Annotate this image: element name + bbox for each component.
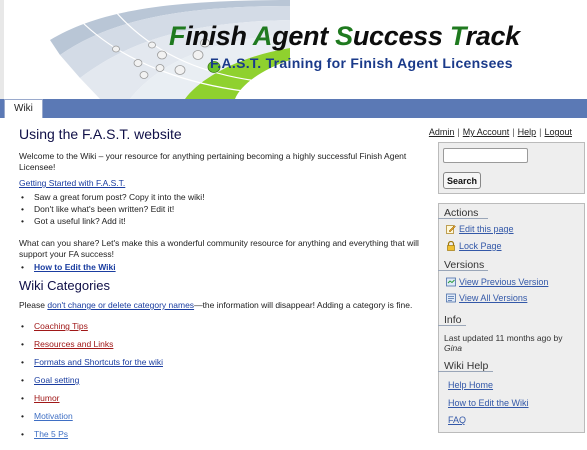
view-previous-link[interactable]: View Previous Version — [459, 277, 548, 287]
user-nav: Admin | My Account | Help | Logout — [429, 127, 572, 137]
view-previous-item[interactable]: View Previous Version — [446, 277, 548, 288]
last-updated-text: Last updated 11 months ago by Gina — [444, 333, 562, 353]
list-item: Don't like what's been written? Edit it! — [19, 204, 205, 215]
tab-bar — [0, 99, 587, 118]
lock-page-link[interactable]: Lock Page — [459, 241, 502, 251]
title-letter-a: A — [252, 21, 273, 51]
category-link-formats[interactable]: Formats and Shortcuts for the wiki — [34, 357, 163, 367]
title-letter-s: S — [335, 21, 353, 51]
versions-list-icon — [446, 293, 456, 303]
title-word-inish: inish — [185, 21, 253, 51]
getting-started-link[interactable]: Getting Started with F.A.S.T. — [19, 178, 125, 188]
version-icon — [446, 277, 456, 287]
search-button[interactable]: Search — [443, 172, 482, 189]
list-item: Goal setting — [19, 375, 163, 386]
last-updated-author: Gina — [444, 343, 462, 353]
list-item: Coaching Tips — [19, 321, 163, 332]
title-word-rack: rack — [465, 21, 521, 51]
category-names-link[interactable]: don't change or delete category names — [47, 300, 194, 310]
list-item: Got a useful link? Add it! — [19, 216, 205, 227]
help-home-item[interactable]: Help Home — [448, 380, 493, 391]
list-item: Humor — [19, 393, 163, 404]
lock-icon — [447, 241, 455, 251]
search-input[interactable] — [443, 148, 528, 163]
how-to-edit-link[interactable]: How to Edit the Wiki — [34, 262, 116, 272]
title-word-gent: gent — [272, 21, 336, 51]
title-word-uccess: uccess — [352, 21, 450, 51]
categories-note-pre: Please — [19, 300, 48, 310]
nav-separator: | — [512, 127, 515, 137]
view-all-item[interactable]: View All Versions — [446, 293, 527, 304]
list-item: Formats and Shortcuts for the wiki — [19, 357, 163, 368]
nav-separator: | — [457, 127, 460, 137]
site-title: Finish Agent Success Track — [169, 23, 520, 50]
help-edit-item[interactable]: How to Edit the Wiki — [448, 398, 529, 409]
admin-link[interactable]: Admin — [429, 127, 455, 137]
categories-heading: Wiki Categories — [19, 278, 111, 293]
view-all-link[interactable]: View All Versions — [459, 293, 527, 303]
faq-item[interactable]: FAQ — [448, 415, 466, 426]
last-updated-label: Last updated 11 months ago by — [444, 333, 563, 343]
nav-separator: | — [539, 127, 542, 137]
logout-link[interactable]: Logout — [544, 127, 572, 137]
share-paragraph: What can you share? Let's make this a wo… — [19, 238, 419, 259]
intro-paragraph: Welcome to the Wiki – your resource for … — [19, 151, 407, 172]
page-title: Using the F.A.S.T. website — [19, 126, 182, 142]
list-item: How to Edit the Wiki — [19, 262, 116, 273]
title-letter-t: T — [449, 21, 466, 51]
getting-started-heading: Getting Started with F.A.S.T. — [19, 178, 125, 188]
list-item: Motivation — [19, 411, 163, 422]
section-divider — [438, 371, 493, 372]
category-link-motivation[interactable]: Motivation — [34, 411, 73, 421]
help-edit-link[interactable]: How to Edit the Wiki — [448, 398, 529, 408]
category-link-humor[interactable]: Humor — [34, 393, 60, 403]
main-content: Using the F.A.S.T. website — [19, 124, 429, 144]
category-link-coaching-tips[interactable]: Coaching Tips — [34, 321, 88, 331]
edit-page-item[interactable]: Edit this page — [446, 224, 514, 235]
faq-link[interactable]: FAQ — [448, 415, 466, 425]
section-divider — [438, 270, 488, 271]
section-divider — [438, 218, 488, 219]
list-item: The 5 Ps — [19, 429, 163, 440]
category-link-5ps[interactable]: The 5 Ps — [34, 429, 68, 439]
lock-page-item[interactable]: Lock Page — [446, 241, 502, 252]
category-link-goal-setting[interactable]: Goal setting — [34, 375, 79, 385]
getting-started-list: Saw a great forum post? Copy it into the… — [19, 192, 205, 228]
my-account-link[interactable]: My Account — [463, 127, 510, 137]
edit-page-link[interactable]: Edit this page — [459, 224, 514, 234]
tab-wiki[interactable]: Wiki — [4, 99, 43, 118]
list-item: Resources and Links — [19, 339, 163, 350]
help-link[interactable]: Help — [518, 127, 537, 137]
section-divider — [438, 325, 466, 326]
site-banner: Finish Agent Success Track F.A.S.T. Trai… — [0, 0, 587, 99]
how-to-edit-list: How to Edit the Wiki — [19, 262, 116, 273]
category-list: Coaching Tips Resources and Links Format… — [19, 321, 163, 447]
list-item: Saw a great forum post? Copy it into the… — [19, 192, 205, 203]
site-subtitle: F.A.S.T. Training for Finish Agent Licen… — [210, 55, 513, 71]
banner-edge — [0, 0, 4, 99]
help-home-link[interactable]: Help Home — [448, 380, 493, 390]
title-letter-f: F — [169, 21, 186, 51]
categories-note: Please don't change or delete category n… — [19, 300, 429, 311]
categories-note-post: —the information will disappear! Adding … — [194, 300, 413, 310]
category-link-resources[interactable]: Resources and Links — [34, 339, 113, 349]
edit-icon — [446, 225, 456, 234]
